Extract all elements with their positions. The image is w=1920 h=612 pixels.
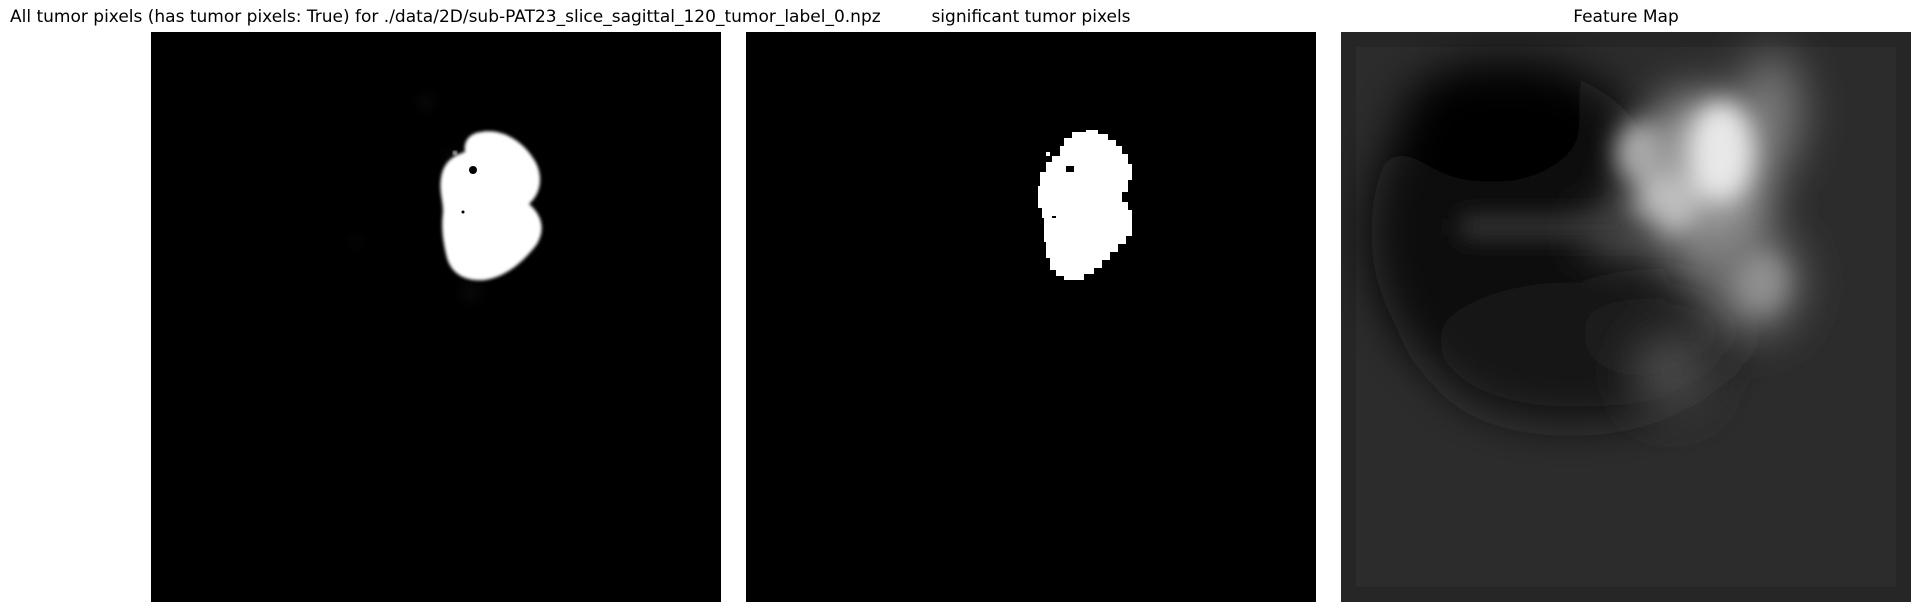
feature-map-image	[1341, 32, 1911, 602]
tumor-probability-image	[151, 32, 721, 602]
panel-title-feature-map: Feature Map	[1573, 7, 1679, 27]
panel-title-significant-tumor-pixels: significant tumor pixels	[931, 7, 1131, 27]
binary-tumor-mask-image	[746, 32, 1316, 602]
